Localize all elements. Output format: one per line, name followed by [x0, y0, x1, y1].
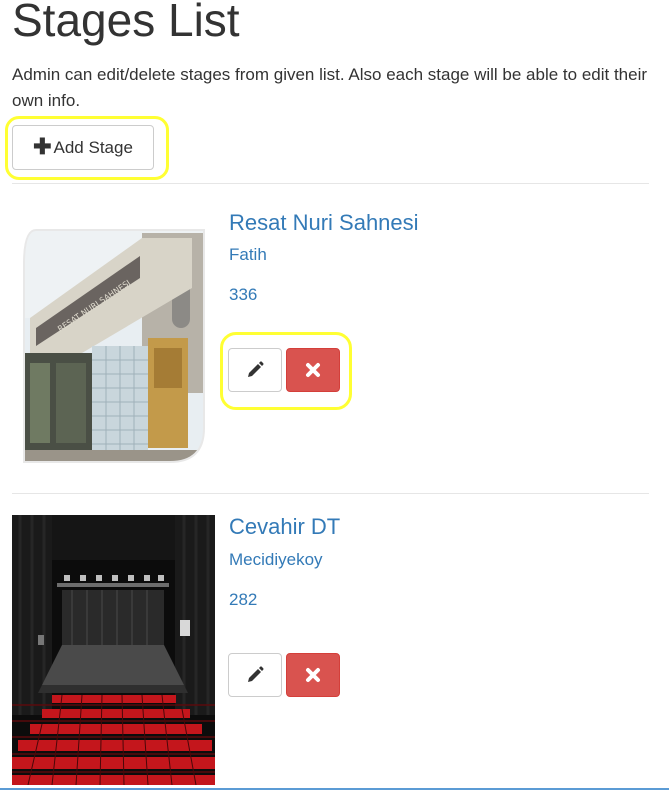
stage-name[interactable]: Resat Nuri Sahnesi: [229, 210, 419, 236]
times-icon: [306, 668, 320, 682]
edit-stage-button[interactable]: [228, 653, 282, 697]
building-facade-photo: RESAT NURI SAHNESI: [22, 228, 206, 464]
edit-stage-button[interactable]: [228, 348, 282, 392]
stages-page: Stages List Admin can edit/delete stages…: [0, 0, 669, 790]
pencil-icon: [248, 361, 264, 377]
plus-icon: ✚: [33, 133, 52, 159]
page-description: Admin can edit/delete stages from given …: [12, 65, 648, 110]
divider: [12, 493, 649, 494]
add-stage-label: Add Stage: [53, 137, 133, 157]
add-stage-button[interactable]: ✚ Add Stage: [12, 125, 154, 170]
times-icon: [306, 363, 320, 377]
delete-stage-button[interactable]: [286, 348, 340, 392]
stage-image: [12, 515, 215, 785]
divider: [12, 183, 649, 184]
stage-capacity: 282: [229, 590, 258, 609]
stage-location: Fatih: [229, 245, 267, 264]
stage-name[interactable]: Cevahir DT: [229, 514, 340, 540]
stage-location: Mecidiyekoy: [229, 550, 323, 569]
stage-capacity: 336: [229, 285, 258, 304]
pencil-icon: [248, 666, 264, 682]
page-title: Stages List: [12, 0, 240, 46]
stage-image: RESAT NURI SAHNESI: [22, 228, 206, 464]
theater-auditorium-photo: [12, 515, 215, 785]
delete-stage-button[interactable]: [286, 653, 340, 697]
